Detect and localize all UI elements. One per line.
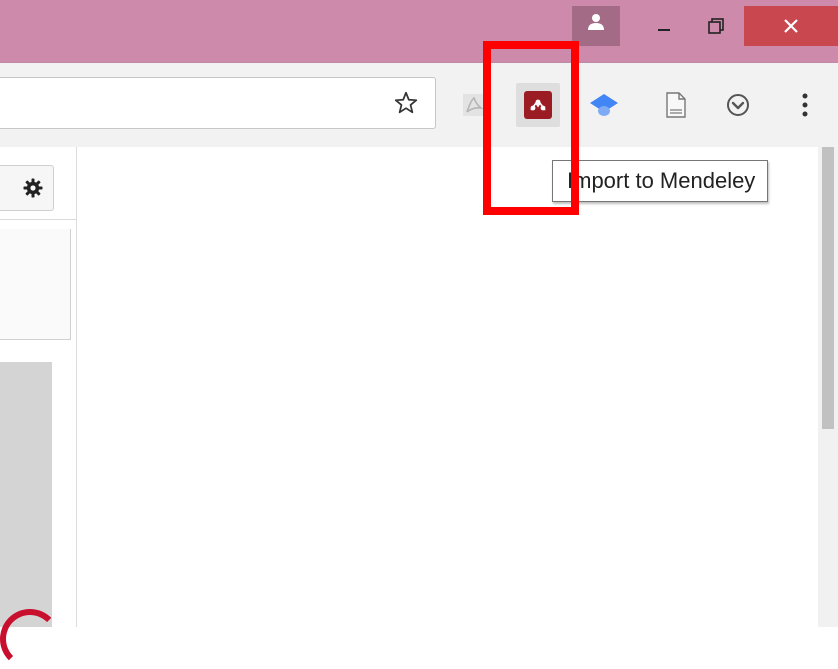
mendeley-tooltip: Import to Mendeley [552,160,769,202]
pdf-icon [463,94,485,116]
browser-toolbar [0,62,838,148]
sidebar-section [0,229,71,340]
page-content [0,147,838,669]
window-titlebar [0,0,838,62]
person-icon [588,14,604,30]
vertical-scrollbar[interactable] [818,147,838,627]
address-bar[interactable] [0,77,436,129]
document-icon [666,92,686,118]
pocket-icon [727,94,749,116]
pdf-extension-button[interactable] [452,83,496,127]
scrollbar-thumb[interactable] [822,147,834,429]
restore-icon [708,18,724,34]
left-sidebar-panel [0,147,77,669]
document-extension-button[interactable] [654,83,698,127]
gear-icon [23,178,43,198]
scholar-extension-button[interactable] [582,83,626,127]
kebab-menu-icon [802,93,808,117]
mendeley-icon [524,91,552,119]
logo-fragment [0,609,60,669]
panel-divider [0,219,76,220]
close-button[interactable] [744,6,838,46]
mendeley-extension-button[interactable] [516,83,560,127]
minimize-icon [658,29,670,31]
minimize-button[interactable] [640,6,688,46]
restore-button[interactable] [692,6,740,46]
page-image-thumbnail [0,362,52,627]
settings-button[interactable] [0,165,54,211]
browser-menu-button[interactable] [790,83,820,127]
star-icon[interactable] [393,90,419,116]
close-icon [784,19,798,33]
scholar-cap-icon [590,94,618,116]
pocket-extension-button[interactable] [716,83,760,127]
profile-button[interactable] [572,6,620,46]
